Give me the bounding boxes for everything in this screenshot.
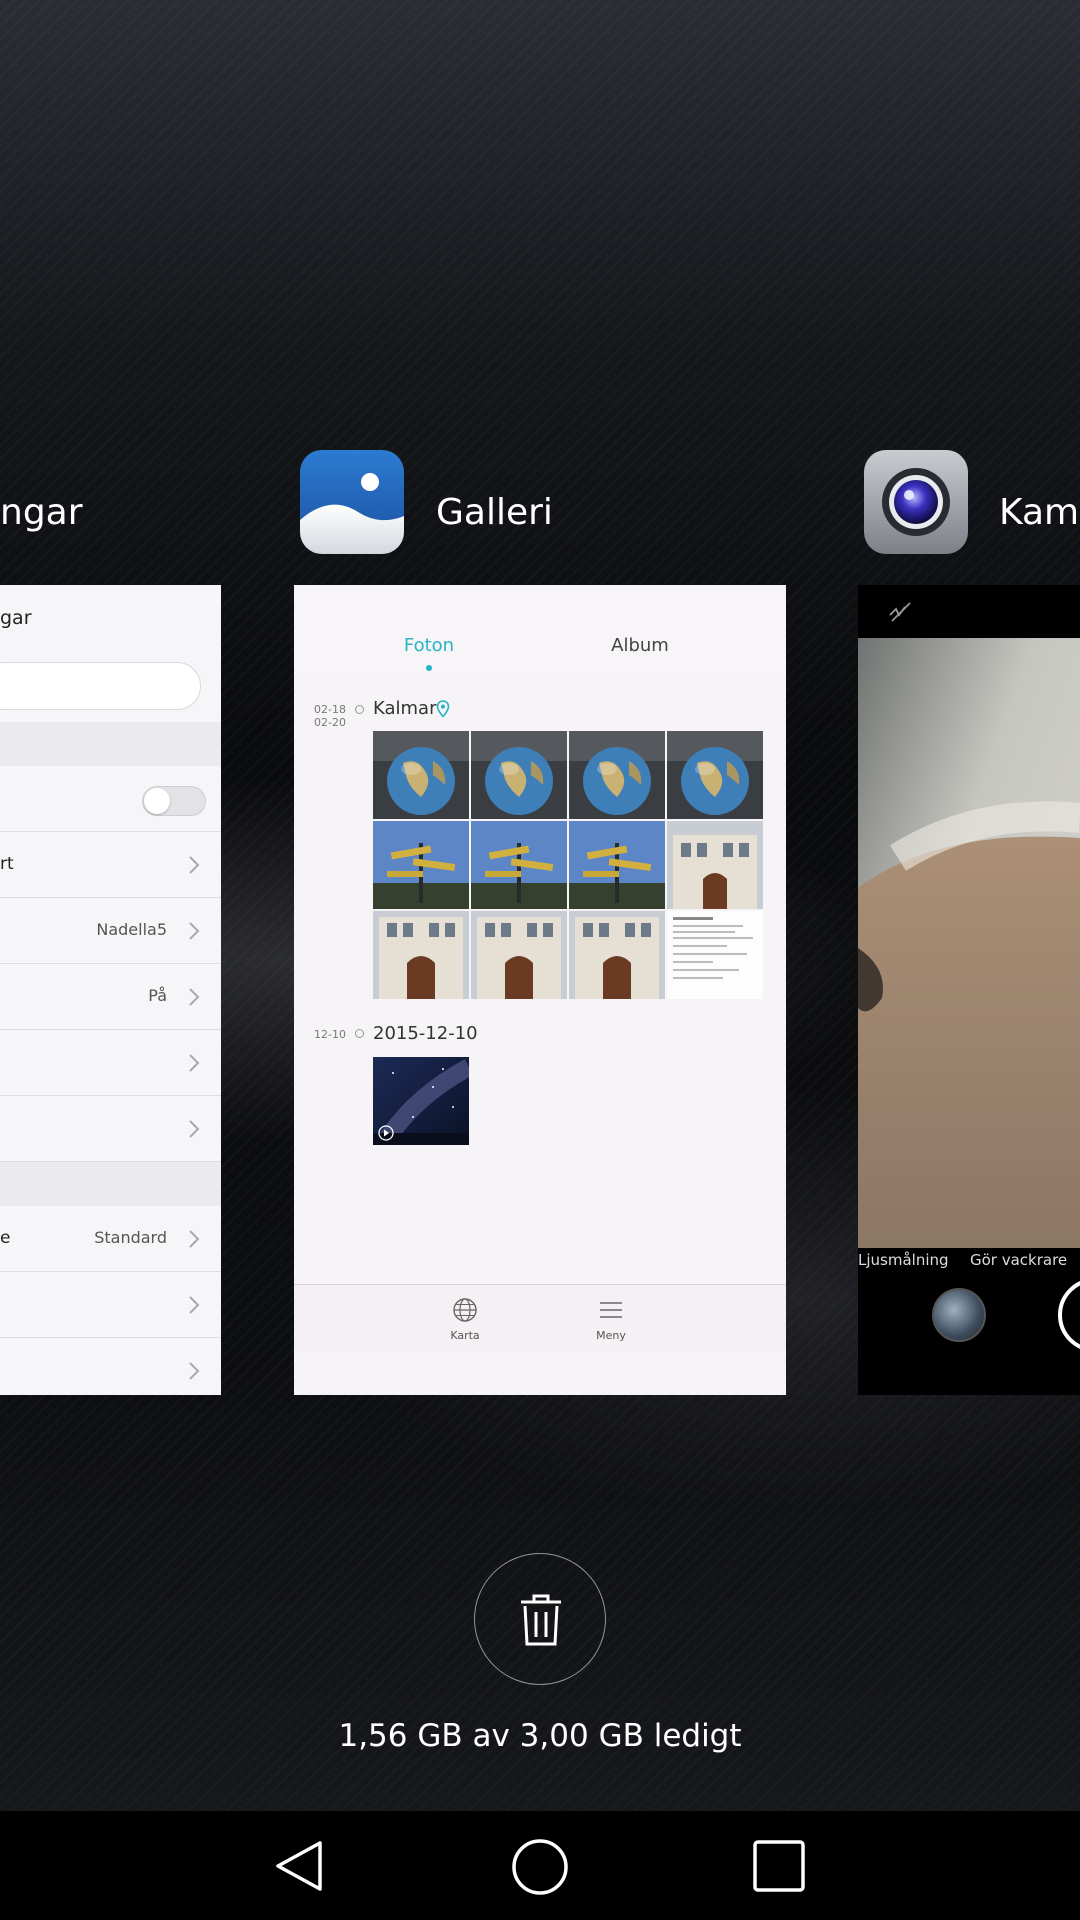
- settings-row[interactable]: e Standard: [0, 1206, 221, 1272]
- menu-icon: [600, 1302, 622, 1318]
- photo-thumbnail[interactable]: [667, 911, 763, 999]
- tab-foton[interactable]: Foton: [374, 635, 484, 656]
- location-pin-icon: [436, 700, 450, 718]
- toggle-switch[interactable]: [142, 786, 206, 816]
- gallery-app-title[interactable]: Galleri: [436, 492, 553, 533]
- settings-app-card[interactable]: gar rt Nadella5 På e Standard: [0, 585, 221, 1395]
- clear-all-button[interactable]: [474, 1553, 606, 1685]
- settings-header: gar: [0, 607, 32, 629]
- home-icon[interactable]: [510, 1837, 570, 1897]
- section-divider: [0, 722, 221, 766]
- camera-app-card[interactable]: Ljusmålning Gör vackrare: [858, 585, 1080, 1395]
- mode-ljusmalning[interactable]: Ljusmålning: [858, 1251, 949, 1269]
- toggle-knob: [144, 788, 170, 814]
- photo-thumbnail[interactable]: [373, 731, 469, 819]
- chevron-right-icon: [189, 1054, 200, 1072]
- chevron-right-icon: [189, 988, 200, 1006]
- settings-row-value: Nadella5: [96, 920, 167, 939]
- chevron-right-icon: [189, 856, 200, 874]
- group-date-range: 02-18 02-20: [314, 703, 346, 729]
- flash-off-icon: [889, 602, 911, 622]
- chevron-right-icon: [189, 1230, 200, 1248]
- settings-row[interactable]: På: [0, 964, 221, 1030]
- settings-row[interactable]: Nadella5: [0, 898, 221, 964]
- photo-thumbnail[interactable]: [471, 911, 567, 999]
- tab-album[interactable]: Album: [585, 635, 695, 656]
- camera-icon[interactable]: [864, 450, 968, 554]
- group-date: 12-10: [314, 1028, 346, 1041]
- timeline-dot: [355, 1029, 364, 1038]
- settings-row[interactable]: [0, 1272, 221, 1338]
- group-date-start: 02-18: [314, 703, 346, 716]
- section-divider: [0, 1162, 221, 1206]
- photo-thumbnail[interactable]: [471, 731, 567, 819]
- nav-meny[interactable]: Meny: [581, 1297, 641, 1342]
- active-tab-indicator: [426, 665, 432, 671]
- chevron-right-icon: [189, 1296, 200, 1314]
- timeline-dot: [355, 705, 364, 714]
- toggle-row[interactable]: [0, 766, 221, 832]
- camera-viewfinder[interactable]: [858, 638, 1080, 1248]
- gallery-thumbnail-button[interactable]: [932, 1288, 986, 1342]
- photo-thumbnail[interactable]: [667, 731, 763, 819]
- photo-thumbnail[interactable]: [569, 731, 665, 819]
- settings-row-value: Standard: [94, 1228, 167, 1247]
- trash-icon: [521, 1594, 561, 1646]
- photo-thumbnail[interactable]: [667, 821, 763, 909]
- recents-icon[interactable]: [752, 1839, 806, 1893]
- settings-row-label: e: [0, 1228, 11, 1248]
- search-field[interactable]: [0, 662, 201, 710]
- group-date-end: 02-20: [314, 716, 346, 729]
- photo-thumbnail[interactable]: [471, 821, 567, 909]
- settings-row[interactable]: [0, 1338, 221, 1395]
- photo-thumbnail[interactable]: [569, 821, 665, 909]
- photo-thumbnail[interactable]: [569, 911, 665, 999]
- nav-karta[interactable]: Karta: [435, 1297, 495, 1342]
- gallery-tab-bar: Foton Album: [294, 585, 786, 675]
- settings-row-value: På: [148, 986, 167, 1005]
- nav-meny-label: Meny: [596, 1329, 626, 1342]
- settings-row[interactable]: [0, 1096, 221, 1162]
- settings-row[interactable]: rt: [0, 832, 221, 898]
- chevron-right-icon: [189, 1362, 200, 1380]
- mode-gor-vackrare[interactable]: Gör vackrare: [970, 1251, 1067, 1269]
- shutter-button[interactable]: [1058, 1278, 1080, 1352]
- group-title-kalmar[interactable]: Kalmar: [373, 698, 436, 719]
- settings-row-label: rt: [0, 854, 14, 874]
- chevron-right-icon: [189, 1120, 200, 1138]
- chevron-right-icon: [189, 922, 200, 940]
- globe-icon: [453, 1298, 477, 1322]
- nav-karta-label: Karta: [450, 1329, 480, 1342]
- memory-status: 1,56 GB av 3,00 GB ledigt: [338, 1718, 742, 1754]
- bottom-nav: Karta Meny: [294, 1285, 786, 1351]
- back-icon[interactable]: [270, 1837, 328, 1895]
- photo-thumbnail[interactable]: [373, 911, 469, 999]
- photo-thumbnail[interactable]: [373, 821, 469, 909]
- system-nav-bar: [0, 1811, 1080, 1920]
- camera-controls: Ljusmålning Gör vackrare: [858, 1248, 1080, 1395]
- video-thumbnail[interactable]: [373, 1057, 469, 1145]
- camera-app-title[interactable]: Kame: [999, 492, 1080, 533]
- gallery-app-card[interactable]: Foton Album 02-18 02-20 Kalmar 12-10 201…: [294, 585, 786, 1395]
- gallery-icon[interactable]: [300, 450, 404, 554]
- group-title-date[interactable]: 2015-12-10: [373, 1023, 478, 1044]
- settings-row[interactable]: [0, 1030, 221, 1096]
- settings-app-title[interactable]: ngar: [0, 492, 83, 533]
